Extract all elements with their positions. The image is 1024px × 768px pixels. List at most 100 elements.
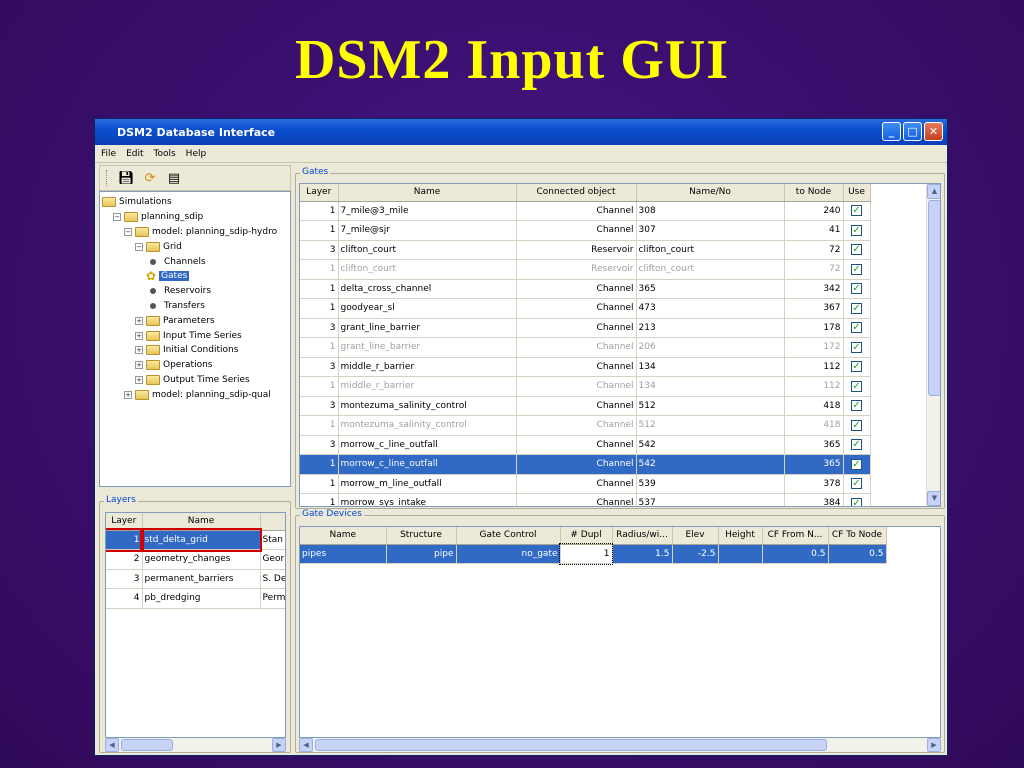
gates-cell-nameno[interactable]: 206 [636,337,785,358]
layers-cell-name[interactable]: std_delta_grid [140,528,262,552]
layers-col-extra[interactable] [260,513,285,531]
scroll-right-icon[interactable]: ▶ [272,738,286,752]
gates-cell-name[interactable]: morrow_sys_intake [338,493,517,506]
gates-row[interactable]: 1 montezuma_salinity_control Channel 512 418… [300,415,871,436]
use-checkbox[interactable]: ✓ [851,263,862,275]
gates-cell-name[interactable]: grant_line_barrier [338,337,517,358]
gates-cell-node[interactable]: 41 [784,220,844,241]
gates-cell-nameno[interactable]: 539 [636,474,785,494]
layers-cell-extra[interactable]: Geor [260,549,285,570]
tree-node[interactable]: Reservoirs [102,284,288,299]
expand-icon[interactable]: + [135,316,143,325]
expand-icon[interactable]: + [124,390,132,399]
gates-row[interactable]: 1 morrow_m_line_outfall Channel 539 378 ✓ [300,474,871,494]
layers-row[interactable]: 2 geometry_changes Geor [106,549,285,570]
devices-hscroll-thumb[interactable] [315,739,827,751]
sync-icon[interactable]: ⟳ [142,171,158,186]
gates-cell-node[interactable]: 365 [784,454,844,475]
gates-cell-nameno[interactable]: clifton_court [636,240,785,260]
gates-cell-node[interactable]: 72 [784,259,844,280]
gates-cell-obj[interactable]: Channel [516,454,637,475]
layers-row[interactable]: 3 permanent_barriers S. De [106,569,285,589]
gates-cell-obj[interactable]: Channel [516,318,637,338]
gates-cell-node[interactable]: 367 [784,298,844,319]
tree-node[interactable]: + Output Time Series [102,373,288,388]
tree-node[interactable]: Simulations [102,195,288,210]
devices-cell-cffrom[interactable]: 0.5 [762,544,829,564]
layers-cell-layer[interactable]: 2 [106,549,143,570]
devices-col-structure[interactable]: Structure [386,527,457,545]
gates-col-tonode[interactable]: to Node [784,184,844,202]
layers-col-layer[interactable]: Layer [106,513,143,531]
layers-cell-name[interactable]: geometry_changes [142,549,261,570]
gates-col-name[interactable]: Name [338,184,517,202]
gates-row[interactable]: 1 grant_line_barrier Channel 206 172 ✓ [300,337,871,358]
expand-icon[interactable]: + [135,346,143,355]
menu-edit[interactable]: Edit [126,149,143,159]
gates-cell-nameno[interactable]: 512 [636,415,785,436]
gates-cell-layer[interactable]: 1 [300,220,339,241]
gates-cell-nameno[interactable]: 134 [636,376,785,397]
gates-cell-node[interactable]: 240 [784,201,844,221]
use-checkbox[interactable]: ✓ [851,205,862,217]
use-checkbox[interactable]: ✓ [851,361,862,373]
gates-cell-name[interactable]: delta_cross_channel [338,279,517,299]
gates-cell-obj[interactable]: Channel [516,357,637,377]
gates-cell-nameno[interactable]: 213 [636,318,785,338]
use-checkbox[interactable]: ✓ [851,458,862,470]
gates-cell-node[interactable]: 378 [784,474,844,494]
gates-cell-nameno[interactable]: 542 [636,435,785,455]
gates-cell-obj[interactable]: Channel [516,474,637,494]
devices-col-dupl[interactable]: # Dupl [560,527,613,545]
copy-icon[interactable]: ▤ [166,171,182,186]
devices-col-gate-control[interactable]: Gate Control [456,527,561,545]
gates-cell-nameno[interactable]: clifton_court [636,259,785,280]
gates-cell-obj[interactable]: Channel [516,376,637,397]
gates-cell-layer[interactable]: 3 [300,240,339,260]
tree-node[interactable]: Channels [102,254,288,269]
gates-row[interactable]: 1 7_mile@3_mile Channel 308 240 ✓ [300,201,871,221]
gates-cell-obj[interactable]: Channel [516,493,637,506]
gates-cell-name[interactable]: morrow_c_line_outfall [338,454,517,475]
use-checkbox[interactable]: ✓ [851,478,862,490]
use-checkbox[interactable]: ✓ [851,497,862,506]
tree-node[interactable]: + Input Time Series [102,328,288,343]
use-checkbox[interactable]: ✓ [851,244,862,256]
expand-icon[interactable]: + [135,331,143,340]
gates-cell-nameno[interactable]: 512 [636,396,785,416]
scroll-down-icon[interactable]: ▼ [927,491,940,506]
gates-cell-nameno[interactable]: 537 [636,493,785,506]
devices-row[interactable]: pipes pipe no_gate 1 1.5 -2.5 0.5 0.5 [300,543,887,565]
gates-cell-nameno[interactable]: 542 [636,454,785,475]
gates-row[interactable]: 1 goodyear_sl Channel 473 367 ✓ [300,298,871,319]
gate-devices-grid[interactable]: Name Structure Gate Control # Dupl Radiu… [299,526,941,738]
gates-cell-layer[interactable]: 3 [300,318,339,338]
use-checkbox[interactable]: ✓ [851,341,862,353]
tree-node[interactable]: − Grid [102,239,288,254]
layers-hscroll-thumb[interactable] [121,739,173,751]
gates-row[interactable]: 3 clifton_court Reservoir clifton_court 72 ✓ [300,240,871,260]
gates-cell-layer[interactable]: 3 [300,396,339,416]
gates-cell-name[interactable]: clifton_court [338,240,517,260]
gates-cell-obj[interactable]: Reservoir [516,259,637,280]
gates-cell-name[interactable]: montezuma_salinity_control [338,396,517,416]
gates-cell-obj[interactable]: Channel [516,415,637,436]
tree-node[interactable]: Transfers [102,299,288,314]
use-checkbox[interactable]: ✓ [851,439,862,451]
layers-cell-name[interactable]: pb_dredging [142,588,261,609]
gates-cell-node[interactable]: 112 [784,357,844,377]
gates-cell-name[interactable]: 7_mile@3_mile [338,201,517,221]
tree-node[interactable]: + Initial Conditions [102,343,288,358]
collapse-icon[interactable]: − [113,213,121,222]
gates-cell-layer[interactable]: 1 [300,337,339,358]
devices-col-cf-to[interactable]: CF To Node [828,527,887,545]
gates-row[interactable]: 3 grant_line_barrier Channel 213 178 ✓ [300,318,871,338]
devices-cell-control[interactable]: no_gate [456,544,561,564]
gates-row[interactable]: 1 clifton_court Reservoir clifton_court 72 ✓ [300,259,871,280]
gates-cell-layer[interactable]: 1 [300,201,339,221]
gates-cell-name[interactable]: grant_line_barrier [338,318,517,338]
gates-row[interactable]: 1 morrow_sys_intake Channel 537 384 ✓ [300,493,871,506]
layers-col-name[interactable]: Name [142,513,261,531]
minimize-icon[interactable]: _ [882,122,901,141]
gates-cell-obj[interactable]: Channel [516,396,637,416]
